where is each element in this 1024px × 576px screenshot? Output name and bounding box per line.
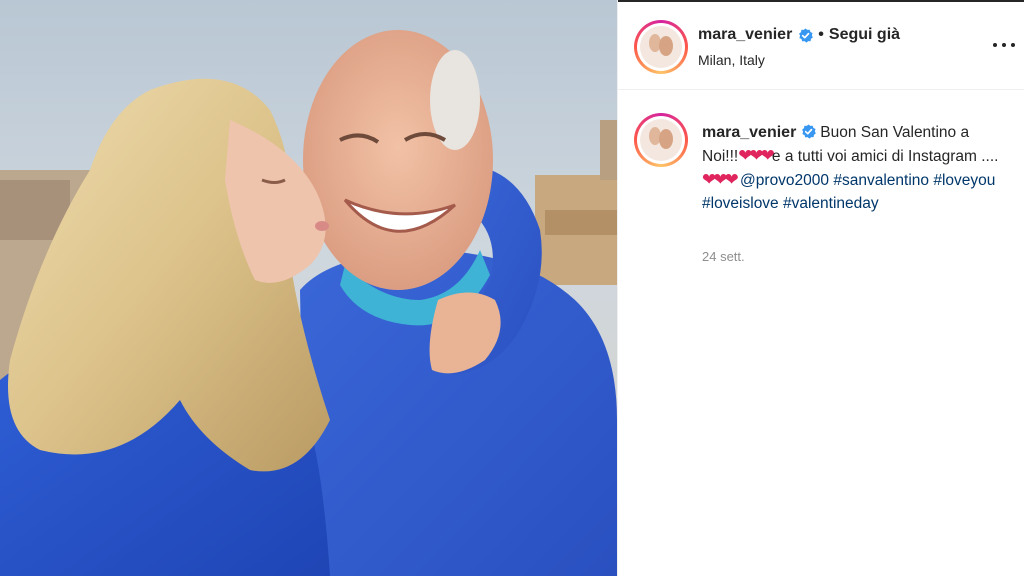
verified-badge-icon [799, 27, 814, 43]
avatar-image [640, 119, 682, 161]
profile-avatar[interactable] [634, 20, 688, 74]
couple-photo [0, 0, 617, 576]
header-username[interactable]: mara_venier [698, 26, 792, 44]
caption-username[interactable]: mara_venier [702, 124, 796, 141]
post-photo[interactable] [0, 0, 617, 576]
heart-emoji-icon: ❤❤❤ [702, 170, 739, 189]
hashtag-link[interactable]: #sanvalentino [833, 172, 929, 189]
follow-status-button[interactable]: Segui già [829, 26, 900, 44]
hashtag-link[interactable]: #valentineday [783, 195, 879, 212]
heart-emoji-icon: ❤❤❤ [738, 146, 775, 165]
verified-badge-icon [802, 124, 817, 139]
caption-avatar[interactable] [634, 113, 688, 167]
caption-part2: e a tutti voi amici di Instagram .... [771, 148, 999, 165]
avatar-image [640, 26, 682, 68]
location-link[interactable]: Milan, Italy [698, 52, 765, 68]
separator-dot: • [818, 26, 824, 43]
mention-link[interactable]: @provo2000 [740, 172, 829, 189]
more-options-icon[interactable] [993, 34, 1015, 56]
post-header: mara_venier • Segui già Milan, Italy [618, 2, 1024, 90]
hashtag-link[interactable]: #loveyou [933, 172, 995, 189]
caption-text: mara_venier Buon San Valentino a Noi!!!❤… [702, 121, 1002, 215]
hashtag-link[interactable]: #loveislove [702, 195, 779, 212]
post-timestamp[interactable]: 24 sett. [702, 249, 745, 264]
post-details-panel: mara_venier • Segui già Milan, Italy mar… [617, 0, 1024, 576]
header-user-line: mara_venier • Segui già [698, 26, 900, 44]
